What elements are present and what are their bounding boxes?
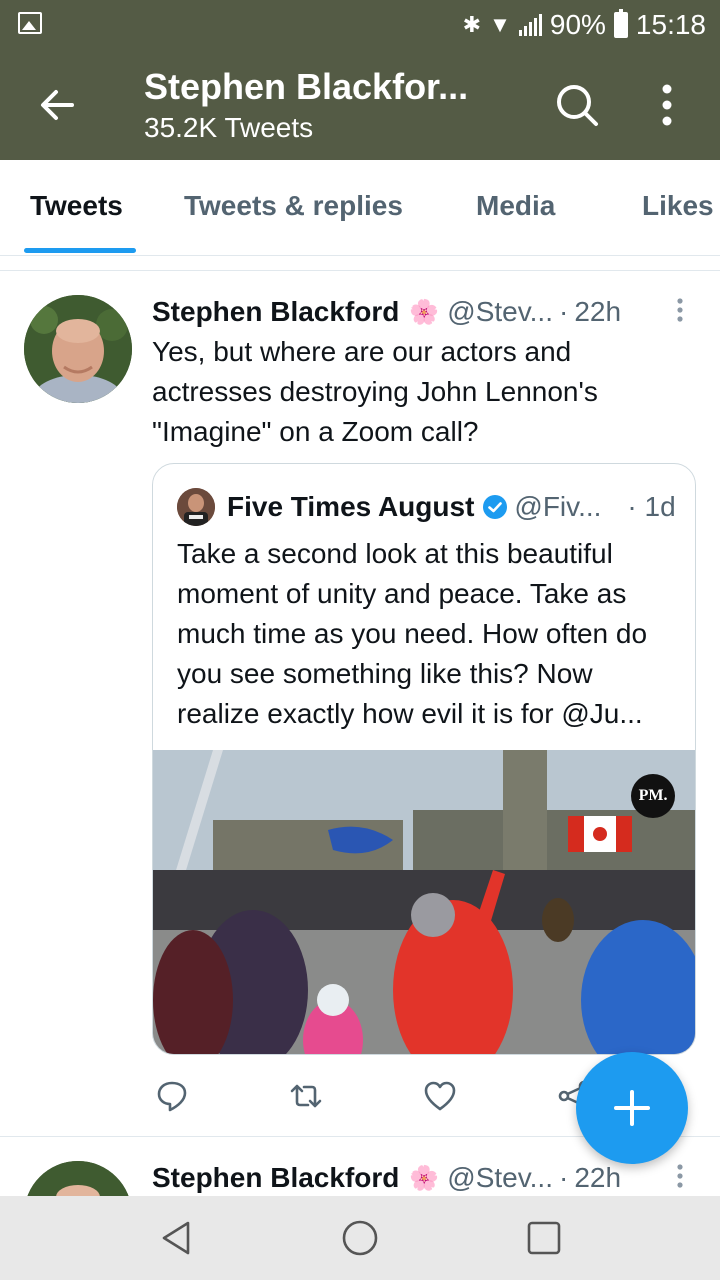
- quoted-tweet-media[interactable]: PM.: [153, 730, 695, 1054]
- status-icons: ✱ ▼ 90% 15:18: [463, 8, 706, 42]
- avatar-image: [24, 295, 132, 403]
- battery-icon: [613, 9, 628, 38]
- profile-name-title: Stephen Blackfor...: [144, 66, 469, 107]
- tweet-more-button[interactable]: [668, 296, 692, 326]
- profile-header: Stephen Blackfor... 35.2K Tweets: [0, 50, 720, 160]
- quoted-time-value: 1d: [644, 491, 676, 522]
- tab-media[interactable]: Media: [476, 190, 555, 222]
- quoted-tweet-header: Five Times August @Fiv... · 1d: [177, 488, 677, 526]
- nav-back-button[interactable]: [156, 1218, 196, 1258]
- tweet-header: Stephen Blackford 🌸 @Stev... · 22h: [152, 296, 621, 328]
- signal-icon: [518, 14, 542, 36]
- separator-dot: ·: [627, 491, 637, 522]
- square-recents-icon: [527, 1221, 561, 1255]
- wifi-icon: ▼: [489, 12, 511, 37]
- quoted-tweet-text: Take a second look at this beautiful mom…: [177, 538, 648, 729]
- tweet-more-button[interactable]: [668, 1162, 692, 1192]
- bluetooth-icon: ✱: [462, 12, 482, 37]
- reply-icon: [157, 1081, 187, 1112]
- author-handle[interactable]: @Stev...: [447, 296, 553, 328]
- tab-tweets[interactable]: Tweets: [30, 190, 123, 222]
- active-tab-indicator: [24, 248, 136, 253]
- compose-tweet-button[interactable]: [576, 1052, 688, 1164]
- gallery-icon: [18, 12, 42, 34]
- battery-percentage: 90%: [549, 9, 606, 40]
- nav-recents-button[interactable]: [524, 1218, 564, 1258]
- more-vertical-icon: [677, 298, 683, 322]
- quoted-author-handle: @Fiv...: [514, 491, 602, 522]
- author-name[interactable]: Stephen Blackford: [152, 296, 399, 328]
- circle-home-icon: [342, 1220, 378, 1256]
- search-button[interactable]: [552, 80, 602, 130]
- more-vertical-icon: [677, 1164, 683, 1188]
- media-source-badge: PM.: [631, 774, 675, 818]
- search-icon: [557, 85, 598, 126]
- tweet-count: 35.2K Tweets: [144, 112, 314, 143]
- triangle-back-icon: [162, 1221, 190, 1255]
- nav-home-button[interactable]: [340, 1218, 380, 1258]
- retweet-icon: [290, 1084, 322, 1108]
- profile-tabs: Tweets Tweets & replies Media Likes: [0, 160, 720, 256]
- quoted-avatar-image: [177, 488, 215, 526]
- quoted-tweet-time: · 1d: [627, 491, 675, 523]
- status-bar: ✱ ▼ 90% 15:18: [0, 0, 720, 50]
- back-button[interactable]: [32, 80, 82, 130]
- back-arrow-icon: [41, 90, 74, 120]
- heart-icon: [424, 1081, 456, 1111]
- author-handle[interactable]: @Stev...: [447, 1162, 553, 1194]
- tab-tweets-and-replies[interactable]: Tweets & replies: [184, 190, 403, 222]
- tweet-time[interactable]: 22h: [574, 296, 621, 328]
- avatar[interactable]: [24, 295, 132, 403]
- divider: [0, 270, 720, 271]
- more-vertical-icon: [662, 84, 672, 126]
- tweet-text: Yes, but where are our actors and actres…: [152, 336, 598, 447]
- quoted-tweet[interactable]: Five Times August @Fiv... · 1d Take a se…: [152, 463, 696, 1055]
- reply-button[interactable]: [154, 1078, 190, 1114]
- separator-dot: ·: [559, 296, 569, 327]
- like-button[interactable]: [422, 1078, 458, 1114]
- separator-dot: ·: [559, 1162, 569, 1193]
- author-name[interactable]: Stephen Blackford: [152, 1162, 399, 1194]
- flower-emoji: 🌸: [409, 298, 440, 326]
- tweet-time[interactable]: 22h: [574, 1162, 621, 1194]
- quoted-avatar: [177, 488, 215, 526]
- tab-likes[interactable]: Likes: [642, 190, 714, 222]
- plus-icon: [614, 1090, 650, 1126]
- more-options-button[interactable]: [650, 80, 684, 130]
- clock: 15:18: [635, 9, 706, 40]
- quoted-author-name: Five Times August: [227, 491, 475, 522]
- flower-emoji: 🌸: [409, 1164, 440, 1192]
- system-navigation-bar: [0, 1196, 720, 1280]
- retweet-button[interactable]: [288, 1078, 324, 1114]
- verified-badge-icon: [483, 495, 508, 519]
- tweet-header: Stephen Blackford 🌸 @Stev... · 22h: [152, 1162, 621, 1194]
- protest-photo: [153, 730, 695, 1054]
